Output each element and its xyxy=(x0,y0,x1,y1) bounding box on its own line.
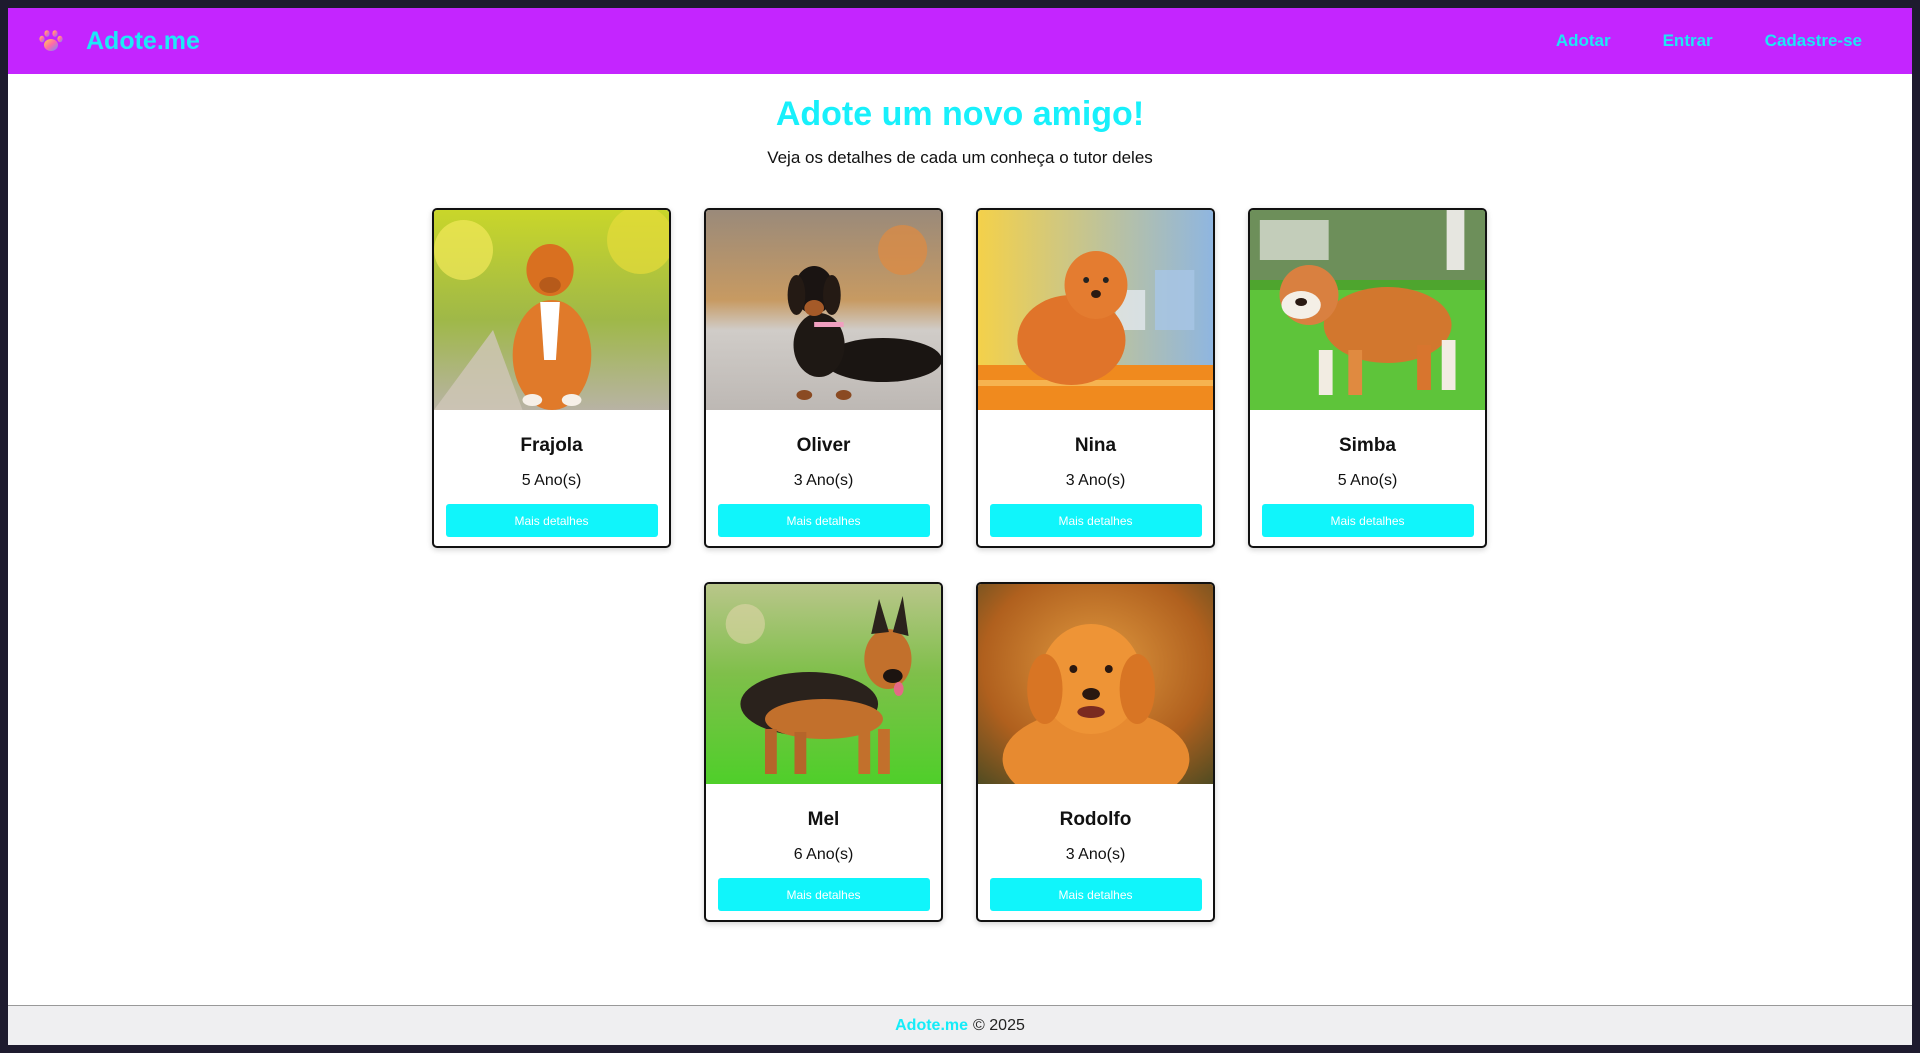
pet-name: Mel xyxy=(807,809,840,830)
pet-photo xyxy=(706,584,941,784)
pet-name: Rodolfo xyxy=(1059,809,1132,830)
navbar: Adote.me Adotar Entrar Cadastre-se xyxy=(8,8,1912,74)
pet-card-frajola: Frajola 5 Ano(s) Mais detalhes xyxy=(432,208,671,548)
nav-link-cadastre-se[interactable]: Cadastre-se xyxy=(1765,31,1862,51)
pet-photo xyxy=(706,210,941,410)
pet-age: 3 Ano(s) xyxy=(1065,472,1126,489)
pet-card-simba: Simba 5 Ano(s) Mais detalhes xyxy=(1248,208,1487,548)
footer: Adote.me © 2025 xyxy=(8,1005,1912,1045)
pet-name: Nina xyxy=(1074,435,1117,456)
nav-link-entrar[interactable]: Entrar xyxy=(1663,31,1713,51)
details-button[interactable]: Mais detalhes xyxy=(989,504,1202,537)
pet-age: 3 Ano(s) xyxy=(793,472,854,489)
pet-card-mel: Mel 6 Ano(s) Mais detalhes xyxy=(704,582,943,922)
nav-links: Adotar Entrar Cadastre-se xyxy=(1504,31,1862,51)
pet-age: 5 Ano(s) xyxy=(1337,472,1398,489)
pet-card-nina: Nina 3 Ano(s) Mais detalhes xyxy=(976,208,1215,548)
hero-section: Adote um novo amigo! Veja os detalhes de… xyxy=(8,94,1912,168)
pet-age: 5 Ano(s) xyxy=(521,472,582,489)
footer-brand[interactable]: Adote.me xyxy=(895,1017,968,1035)
details-button[interactable]: Mais detalhes xyxy=(445,504,658,537)
pet-grid: Frajola 5 Ano(s) Mais detalhes Oliver 3 … xyxy=(432,208,1496,922)
pet-photo xyxy=(1250,210,1485,410)
pet-name: Oliver xyxy=(796,435,851,456)
details-button[interactable]: Mais detalhes xyxy=(989,878,1202,911)
page-title: Adote um novo amigo! xyxy=(775,95,1145,133)
brand-link[interactable]: Adote.me xyxy=(36,26,200,56)
pet-photo xyxy=(978,584,1213,784)
details-button[interactable]: Mais detalhes xyxy=(1261,504,1474,537)
pet-name: Frajola xyxy=(520,435,583,456)
paw-icon xyxy=(36,26,66,56)
pet-card-oliver: Oliver 3 Ano(s) Mais detalhes xyxy=(704,208,943,548)
pet-age: 6 Ano(s) xyxy=(793,846,854,863)
app-window: Adote.me Adotar Entrar Cadastre-se Adote… xyxy=(8,8,1912,1045)
page-subtitle: Veja os detalhes de cada um conheça o tu… xyxy=(767,148,1153,167)
details-button[interactable]: Mais detalhes xyxy=(717,878,930,911)
pet-age: 3 Ano(s) xyxy=(1065,846,1126,863)
pet-name: Simba xyxy=(1338,435,1397,456)
pet-photo xyxy=(434,210,669,410)
footer-copyright: © 2025 xyxy=(973,1016,1025,1034)
pet-photo xyxy=(978,210,1213,410)
brand-name: Adote.me xyxy=(86,26,200,55)
pet-card-rodolfo: Rodolfo 3 Ano(s) Mais detalhes xyxy=(976,582,1215,922)
nav-link-adotar[interactable]: Adotar xyxy=(1556,31,1611,51)
details-button[interactable]: Mais detalhes xyxy=(717,504,930,537)
